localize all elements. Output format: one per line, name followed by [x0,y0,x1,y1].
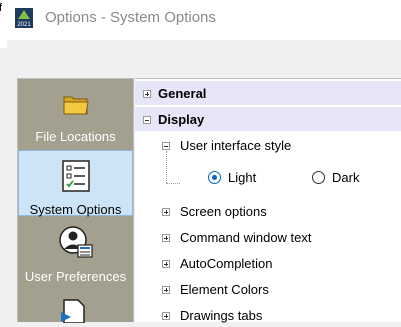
title-bar[interactable]: 2021 Options - System Options [7,0,401,40]
expand-icon[interactable] [162,260,170,268]
sidebar-item-user-preferences[interactable]: User Preferences [18,217,133,289]
radio-dark-label[interactable]: Dark [332,170,359,185]
tree-item[interactable]: Command window text [135,225,401,249]
expand-icon[interactable] [162,286,170,294]
tree-item[interactable]: AutoCompletion [135,251,401,275]
sidebar-item-label: User Preferences [24,269,127,284]
sidebar-item-system-options[interactable]: System Options [18,150,133,217]
radio-light-label[interactable]: Light [228,170,256,185]
collapse-icon[interactable] [143,116,151,124]
category-general[interactable]: General [135,81,401,105]
options-sidebar: File Locations System Options User Prefe… [17,78,134,323]
document-arrow-icon [61,299,85,323]
tree-item-label: User interface style [180,138,292,153]
expand-icon[interactable] [143,90,151,98]
tree-item-label: Screen options [180,204,267,219]
options-tree: General Display User interface style Lig… [135,78,401,323]
background-window-edge: f [0,0,7,48]
checklist-icon [62,160,90,192]
ui-style-options: Light Dark [135,165,401,189]
folder-icon [63,96,89,115]
user-preferences-icon [59,226,93,258]
category-display[interactable]: Display [135,107,401,131]
category-label: Display [158,112,205,127]
radio-dark[interactable] [312,171,325,184]
expand-icon[interactable] [162,208,170,216]
window-title: Options - System Options [45,9,216,26]
expand-icon[interactable] [162,234,170,242]
radio-light[interactable] [208,171,221,184]
sidebar-item-label: System Options [29,202,122,217]
sidebar-item-file-locations[interactable]: File Locations [18,79,133,149]
tree-item-label: Command window text [180,230,312,245]
tree-item-label: AutoCompletion [180,256,273,271]
tree-item-user-interface-style[interactable]: User interface style [135,133,401,157]
tree-item[interactable]: Element Colors [135,277,401,301]
tree-item-label: Element Colors [180,282,269,297]
app-icon-year: 2021 [17,22,31,28]
tree-item[interactable]: Screen options [135,199,401,223]
tree-item[interactable]: Drawings tabs [135,303,401,327]
app-logo-icon: 2021 [15,8,33,28]
expand-icon[interactable] [162,312,170,320]
tree-item-label: Drawings tabs [180,308,263,323]
sidebar-item-label: File Locations [35,129,116,144]
collapse-icon[interactable] [162,142,170,150]
background-text: f [0,2,3,14]
category-label: General [158,86,207,101]
sidebar-item-partial[interactable] [18,290,133,323]
